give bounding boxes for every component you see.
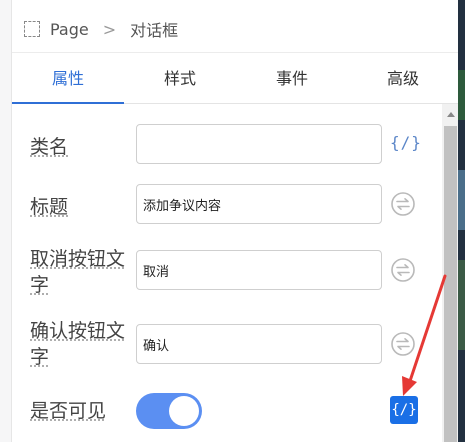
classname-label: 类名 <box>30 136 69 158</box>
code-expression-icon[interactable]: {/} <box>390 133 422 152</box>
canvas-edge <box>458 0 465 442</box>
tab-advanced[interactable]: 高级 <box>348 53 458 105</box>
visible-label: 是否可见 <box>30 400 107 422</box>
title-label: 标题 <box>30 196 69 218</box>
breadcrumb-current: 对话框 <box>130 21 179 40</box>
title-input[interactable] <box>136 184 382 224</box>
toggle-knob <box>169 396 199 426</box>
swap-icon[interactable] <box>391 192 415 216</box>
tab-properties[interactable]: 属性 <box>12 53 124 105</box>
tab-bar: 属性 样式 事件 高级 <box>12 52 458 104</box>
classname-input[interactable] <box>136 124 382 164</box>
cancel-text-input[interactable] <box>136 250 382 290</box>
left-panel-edge <box>0 0 12 442</box>
confirm-text-input[interactable] <box>136 324 382 364</box>
page-icon <box>24 21 40 37</box>
cancel-text-label: 取消按钮文字 <box>30 248 126 296</box>
active-tab-indicator <box>12 102 124 104</box>
breadcrumb-separator: > <box>102 19 117 39</box>
tab-styles[interactable]: 样式 <box>124 53 236 105</box>
tab-events[interactable]: 事件 <box>236 53 348 105</box>
annotation-arrow-icon <box>402 274 447 396</box>
confirm-text-label: 确认按钮文字 <box>30 320 126 368</box>
breadcrumb: Page > 对话框 <box>24 16 178 42</box>
breadcrumb-root[interactable]: Page <box>50 20 89 39</box>
visible-toggle[interactable] <box>136 393 202 429</box>
scroll-up-arrow-icon[interactable] <box>447 112 455 117</box>
